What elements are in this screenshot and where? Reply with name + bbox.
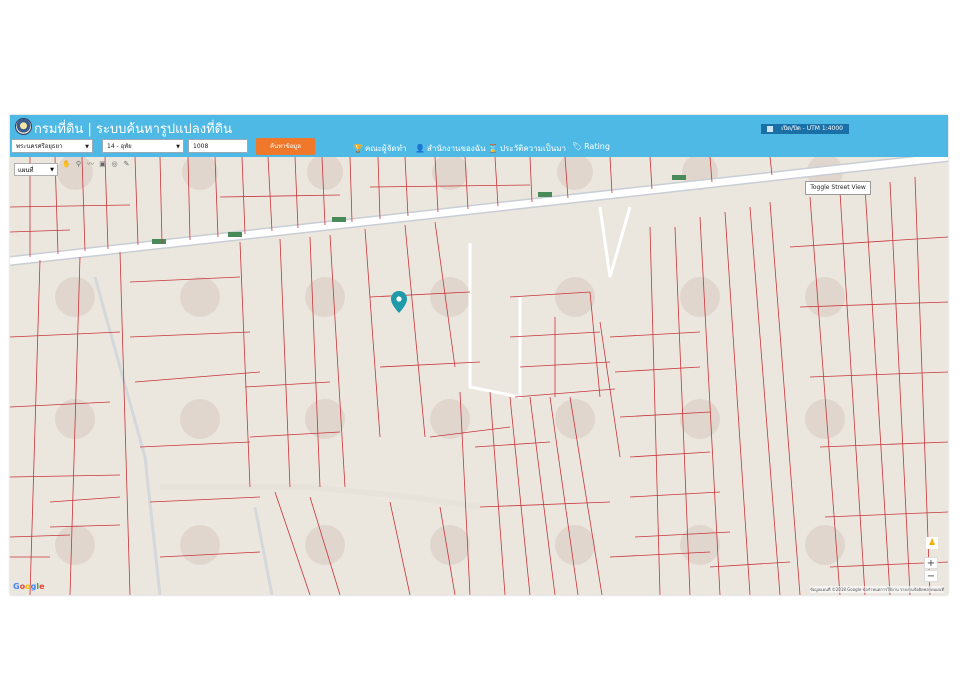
checkbox-icon — [767, 126, 773, 132]
district-select-value: 14 - อุทัย — [107, 143, 132, 150]
location-marker — [391, 291, 407, 313]
search-button[interactable]: ค้นหาข้อมูล — [256, 138, 315, 155]
pegman-icon[interactable]: ♟ — [926, 537, 938, 549]
basemap-select[interactable]: แผนที่ ▼ — [14, 163, 58, 176]
toggle-street-view-button[interactable]: Toggle Street View — [805, 181, 871, 195]
nav-team[interactable]: 🏆 คณะผู้จัดทำ — [353, 142, 406, 155]
dol-logo — [15, 118, 32, 135]
parcel-number-input[interactable]: 1008 — [188, 139, 248, 153]
basemap-select-value: แผนที่ — [18, 167, 34, 174]
province-select-value: พระนครศรีอยุธยา — [16, 143, 63, 150]
nav-team-label: คณะผู้จัดทำ — [364, 144, 407, 153]
chevron-down-icon: ▼ — [176, 144, 180, 150]
polygon-tool-icon[interactable]: ▣ — [98, 160, 107, 169]
nav-my-office[interactable]: 👤 สำนักงานของฉัน — [415, 142, 486, 155]
nav-history-label: ประวัติความเป็นมา — [499, 144, 566, 153]
roads — [10, 157, 948, 595]
nav-history[interactable]: ⌛ ประวัติความเป็นมา — [488, 142, 566, 155]
province-select[interactable]: พระนครศรีอยุธยา ▼ — [11, 139, 93, 153]
user-icon: 👤 — [415, 144, 425, 153]
map-canvas[interactable]: แผนที่ ▼ ✋ ⚲ 〰 ▣ ◎ ✎ Toggle Street View … — [10, 157, 948, 595]
zoom-in-button[interactable]: + — [924, 557, 938, 569]
nav-my-office-label: สำนักงานของฉัน — [426, 144, 486, 153]
nav-rating-label: Rating — [584, 142, 610, 151]
utm-scale-toggle[interactable]: เปิด/ปิด - UTM 1:4000 — [761, 124, 849, 134]
page-title: กรมที่ดิน | ระบบค้นหารูปแปลงที่ดิน — [34, 122, 232, 137]
utm-scale-label: เปิด/ปิด - UTM 1:4000 — [781, 125, 843, 132]
chevron-down-icon: ▼ — [50, 167, 54, 173]
chevron-down-icon: ▼ — [85, 144, 89, 150]
zoom-out-button[interactable]: − — [924, 570, 938, 582]
measure-tool-icon[interactable]: ✎ — [122, 160, 131, 169]
hourglass-icon: ⌛ — [488, 144, 498, 153]
hand-icon[interactable]: ✋ — [62, 160, 71, 169]
line-tool-icon[interactable]: 〰 — [86, 160, 95, 169]
tag-icon: 🏷 — [572, 142, 583, 151]
district-select[interactable]: 14 - อุทัย ▼ — [102, 139, 184, 153]
pin-tool-icon[interactable]: ⚲ — [74, 160, 83, 169]
header-bar: กรมที่ดิน | ระบบค้นหารูปแปลงที่ดิน พระนค… — [10, 115, 948, 157]
parcel-number-value: 1008 — [193, 143, 209, 150]
cadastral-map — [10, 157, 948, 595]
parcel-lines — [10, 157, 948, 595]
road-shields — [152, 175, 686, 244]
trophy-icon: 🏆 — [353, 144, 363, 153]
google-logo: Google — [13, 582, 45, 591]
nav-rating[interactable]: 🏷 Rating — [572, 142, 610, 151]
app-window: กรมที่ดิน | ระบบค้นหารูปแปลงที่ดิน พระนค… — [10, 115, 948, 595]
circle-tool-icon[interactable]: ◎ — [110, 160, 119, 169]
map-attribution[interactable]: ข้อมูลแผนที่ ©2018 Google ข้อกำหนดการใช้… — [809, 586, 944, 593]
drawing-toolbar: ✋ ⚲ 〰 ▣ ◎ ✎ — [62, 160, 131, 172]
